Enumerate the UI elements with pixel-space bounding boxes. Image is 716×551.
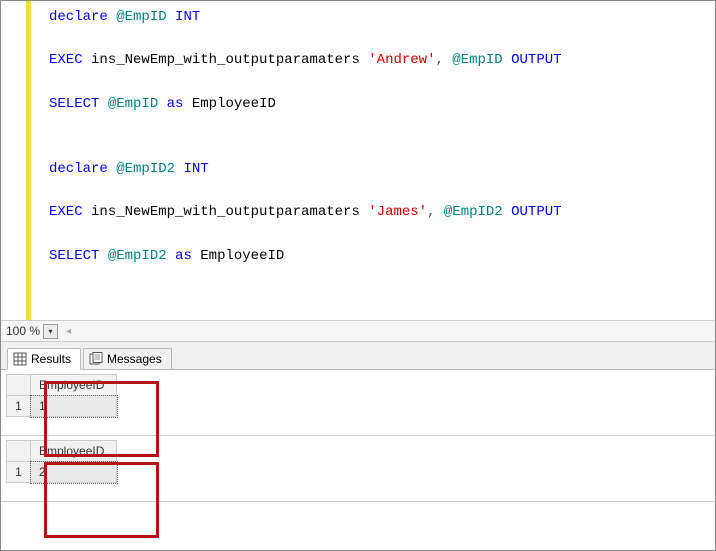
- var-empid2: @EmpID2: [444, 204, 503, 220]
- kw-output: OUTPUT: [511, 52, 561, 68]
- zoom-dropdown[interactable]: 100 % ▾: [4, 324, 60, 339]
- kw-declare: declare: [49, 161, 108, 177]
- var-empid: @EmpID: [116, 9, 166, 25]
- result-table[interactable]: EmployeeID 1 1: [6, 374, 117, 417]
- results-pane: EmployeeID 1 1 EmployeeID 1 2: [1, 370, 715, 502]
- row-header[interactable]: 1: [7, 462, 31, 483]
- comma: ,: [427, 204, 435, 220]
- proc-name: ins_NewEmp_with_outputparamaters: [91, 52, 360, 68]
- grid-icon: [13, 352, 27, 366]
- var-empid: @EmpID: [452, 52, 502, 68]
- table-row[interactable]: 1 1: [7, 396, 117, 417]
- cell-value[interactable]: 2: [31, 462, 117, 483]
- sql-editor[interactable]: declare @EmpID INT EXEC ins_NewEmp_with_…: [1, 1, 715, 320]
- tab-results[interactable]: Results: [7, 348, 81, 370]
- kw-exec: EXEC: [49, 52, 83, 68]
- var-empid2: @EmpID2: [116, 161, 175, 177]
- tab-messages-label: Messages: [107, 352, 162, 366]
- proc-name: ins_NewEmp_with_outputparamaters: [91, 204, 360, 220]
- result-grid-2: EmployeeID 1 2: [1, 436, 715, 502]
- messages-icon: [89, 352, 103, 366]
- comma: ,: [435, 52, 443, 68]
- alias-empid: EmployeeID: [192, 96, 276, 112]
- cell-value[interactable]: 1: [31, 396, 117, 417]
- chevron-down-icon: ▾: [43, 324, 58, 339]
- kw-as: as: [167, 96, 184, 112]
- table-corner: [7, 375, 31, 396]
- code-content[interactable]: declare @EmpID INT EXEC ins_NewEmp_with_…: [31, 1, 562, 320]
- var-empid2: @EmpID2: [108, 248, 167, 264]
- result-grid-1: EmployeeID 1 1: [1, 370, 715, 436]
- column-header-employeeid[interactable]: EmployeeID: [31, 375, 117, 396]
- kw-output: OUTPUT: [511, 204, 561, 220]
- results-tabs: Results Messages: [1, 342, 715, 370]
- zoom-bar: 100 % ▾ ◂: [1, 320, 715, 342]
- kw-select: SELECT: [49, 248, 99, 264]
- kw-int: INT: [175, 9, 200, 25]
- row-header[interactable]: 1: [7, 396, 31, 417]
- kw-exec: EXEC: [49, 204, 83, 220]
- split-handle-icon[interactable]: ◂: [66, 326, 71, 337]
- str-andrew: 'Andrew': [368, 52, 435, 68]
- alias-empid: EmployeeID: [200, 248, 284, 264]
- tab-messages[interactable]: Messages: [83, 348, 172, 369]
- editor-gutter: [1, 1, 31, 320]
- kw-select: SELECT: [49, 96, 99, 112]
- column-header-employeeid[interactable]: EmployeeID: [31, 441, 117, 462]
- kw-as: as: [175, 248, 192, 264]
- table-corner: [7, 441, 31, 462]
- kw-int: INT: [183, 161, 208, 177]
- result-table[interactable]: EmployeeID 1 2: [6, 440, 117, 483]
- var-empid: @EmpID: [108, 96, 158, 112]
- str-james: 'James': [368, 204, 427, 220]
- tab-results-label: Results: [31, 352, 71, 366]
- zoom-value: 100 %: [6, 324, 40, 338]
- table-row[interactable]: 1 2: [7, 462, 117, 483]
- kw-declare: declare: [49, 9, 108, 25]
